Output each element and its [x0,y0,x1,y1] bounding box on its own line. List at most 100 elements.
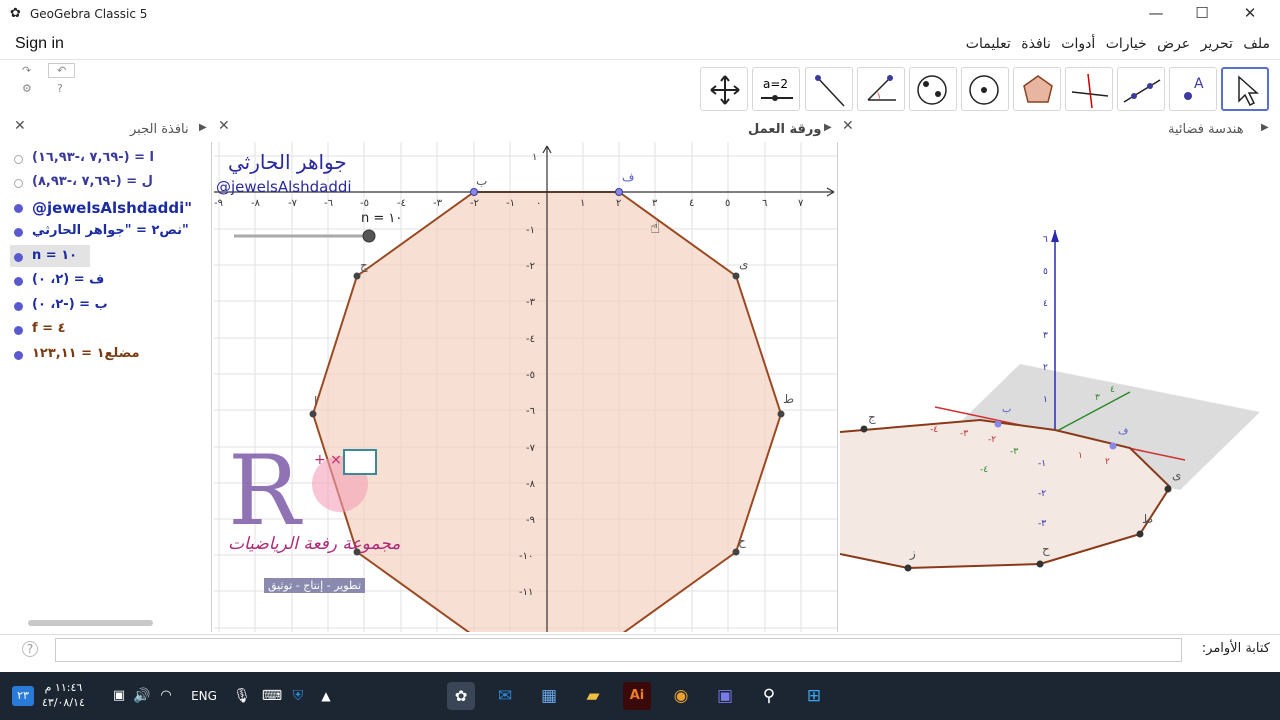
handle-text[interactable]: @jewelsAlshdaddi [216,178,352,196]
graphics3d-view[interactable]: ٦ ٥ ٤ ٣ ٢ ١ -١ -٢ -٣ -٤ -٣ -٢ ١ ٢ -٤ -٣ ٣ ٤ ج ى ط ح ز ف… [840,142,1270,632]
svg-text:a=2: a=2 [763,77,788,91]
close-button[interactable]: ✕ [1230,4,1270,26]
menu-file[interactable]: ملف [1243,36,1270,52]
maximize-button[interactable]: ☐ [1182,4,1222,26]
perpendicular-tool[interactable] [1065,67,1113,111]
algebra-item[interactable]: @jewelsAlshdaddi" [10,196,212,218]
input-help-icon[interactable]: ? [22,641,38,657]
search-icon[interactable]: ⚲ [755,682,783,710]
svg-text:٤: ٤ [689,198,694,209]
illustrator-icon[interactable]: Ai [623,682,651,710]
undo-icon[interactable]: ↶ [48,63,76,78]
point-tool[interactable]: A [1169,67,1217,111]
svg-text:-٣: -٣ [960,429,968,439]
svg-text:-٤: -٤ [397,198,406,209]
menu-edit[interactable]: تحرير [1201,36,1233,52]
algebra-item[interactable]: نص٢ = "جواهر الحارثي" [10,220,212,242]
weather-badge[interactable]: ٢٣ [12,686,34,706]
svg-text:-٥: -٥ [526,370,535,381]
reflect-tool[interactable] [805,67,853,111]
minimize-button[interactable]: — [1136,4,1176,26]
3d-label-z: ز [910,546,916,560]
angle-tool[interactable] [857,67,905,111]
3d-label-b: ب [1002,404,1012,415]
windows-start-icon[interactable]: ⊞ [800,682,828,710]
circle-tool[interactable] [961,67,1009,111]
conic-tool[interactable] [909,67,957,111]
svg-text:-٣: -٣ [433,198,443,209]
redo-icon[interactable]: ↷ [22,64,31,77]
3d-label-y: ى [1172,468,1182,482]
line-tool[interactable] [1117,67,1165,111]
svg-text:٠: ٠ [536,198,541,209]
clock[interactable]: ١١:٤٦ م ٤٣/٠٨/١٤ [42,680,85,710]
graphics3d-title: هندسة فضائية [1168,122,1244,137]
algebra-scrollbar[interactable] [28,620,153,626]
chevron-up-icon[interactable]: ▲ [312,682,340,710]
algebra-item-selected[interactable]: n = ١٠ [10,245,90,267]
window-title: GeoGebra Classic 5 [30,7,148,21]
svg-text:-٦: -٦ [526,406,535,417]
point-label-t: ط [783,392,795,406]
algebra-item[interactable]: ا = (-٧,٦٩ ،-١٦,٩٣) [10,147,212,169]
calculator-icon[interactable]: ▦ [535,682,563,710]
svg-text:١: ١ [1043,395,1048,405]
graphics-menu-icon[interactable]: ▶ [824,122,832,133]
geogebra-taskbar-icon[interactable]: ✿ [447,682,475,710]
algebra-item[interactable]: مضلع١ = ١٢٣,١١ [10,343,212,365]
svg-text:٣: ٣ [1095,393,1100,403]
folder-icon[interactable]: ▰ [579,682,607,710]
graphics-title: ورقة العمل [748,122,822,137]
command-input[interactable] [55,638,1182,662]
algebra-menu-icon[interactable]: ▶ [199,122,207,133]
menu-help[interactable]: تعليمات [966,36,1011,52]
graphics-view[interactable]: -٩ -٨ -٧ -٦ -٥ -٤ -٣ -٢ -١ ٠ ١ ٢ ٣ ٤ ٥ ٦ ٧ ١ -١ -٢ -٣ -٤ -٥ -٦… [214,142,838,632]
chrome-icon[interactable]: ◉ [667,682,695,710]
svg-text:-٨: -٨ [526,479,536,490]
svg-text:-٩: -٩ [214,198,223,209]
svg-text:٢: ٢ [616,198,621,209]
svg-text:١: ١ [1078,451,1083,461]
language-indicator[interactable]: ENG [188,682,220,710]
keyboard-icon[interactable]: ⌨ [258,682,286,710]
graphics3d-menu-icon[interactable]: ▶ [1261,122,1269,133]
svg-text:-٣: -٣ [526,297,536,308]
svg-text:-١: -١ [526,225,535,236]
svg-text:٦: ٦ [762,198,767,209]
close-graphics-icon[interactable]: ✕ [218,118,230,134]
teams-icon[interactable]: ▣ [711,682,739,710]
security-icon[interactable]: ⛨ [284,682,312,710]
algebra-item[interactable]: ب = (-٢، ٠) [10,294,212,316]
input-label: كتابة الأوامر: [1201,641,1270,656]
svg-text:-١: -١ [1038,459,1046,469]
svg-text:-٧: -٧ [288,198,298,209]
svg-text:٢: ٢ [1105,457,1110,467]
menu-options[interactable]: خيارات [1106,36,1147,52]
svg-text:-٤: -٤ [526,334,535,345]
algebra-item[interactable]: f = ٤ [10,318,212,340]
svg-text:-٢: -٢ [526,261,535,272]
menu-view[interactable]: عرض [1157,36,1190,52]
settings-icon[interactable]: ⚙ [22,82,32,95]
svg-text:R: R [228,442,303,532]
algebra-item[interactable]: ف = (٢، ٠) [10,269,212,291]
move-view-tool[interactable] [700,67,748,111]
menu-tools[interactable]: أدوات [1061,36,1095,52]
microphone-icon[interactable]: 🎙 [228,682,256,710]
name-text[interactable]: جواهر الحارثي [228,150,347,174]
geogebra-icon: ✿ [10,6,21,21]
menu-window[interactable]: نافذة [1021,36,1051,52]
svg-text:-٤: -٤ [930,425,938,435]
polygon-tool[interactable] [1013,67,1061,111]
close-algebra-icon[interactable]: ✕ [14,118,26,134]
sign-in-button[interactable]: Sign in [15,35,64,53]
move-tool[interactable] [1221,67,1269,111]
slider-tool[interactable]: a=2 [752,67,800,111]
help-icon[interactable]: ? [57,82,63,95]
title-bar: ✿ GeoGebra Classic 5 — ☐ ✕ [0,0,1280,30]
algebra-item[interactable]: ل = (-٧,٦٩ ،-٨,٩٣) [10,171,212,193]
close-3d-icon[interactable]: ✕ [842,118,854,134]
slider-label[interactable]: n = ١٠ [361,211,402,226]
wifi-icon[interactable]: ◠ [152,682,180,710]
mail-icon[interactable]: ✉ [491,682,519,710]
